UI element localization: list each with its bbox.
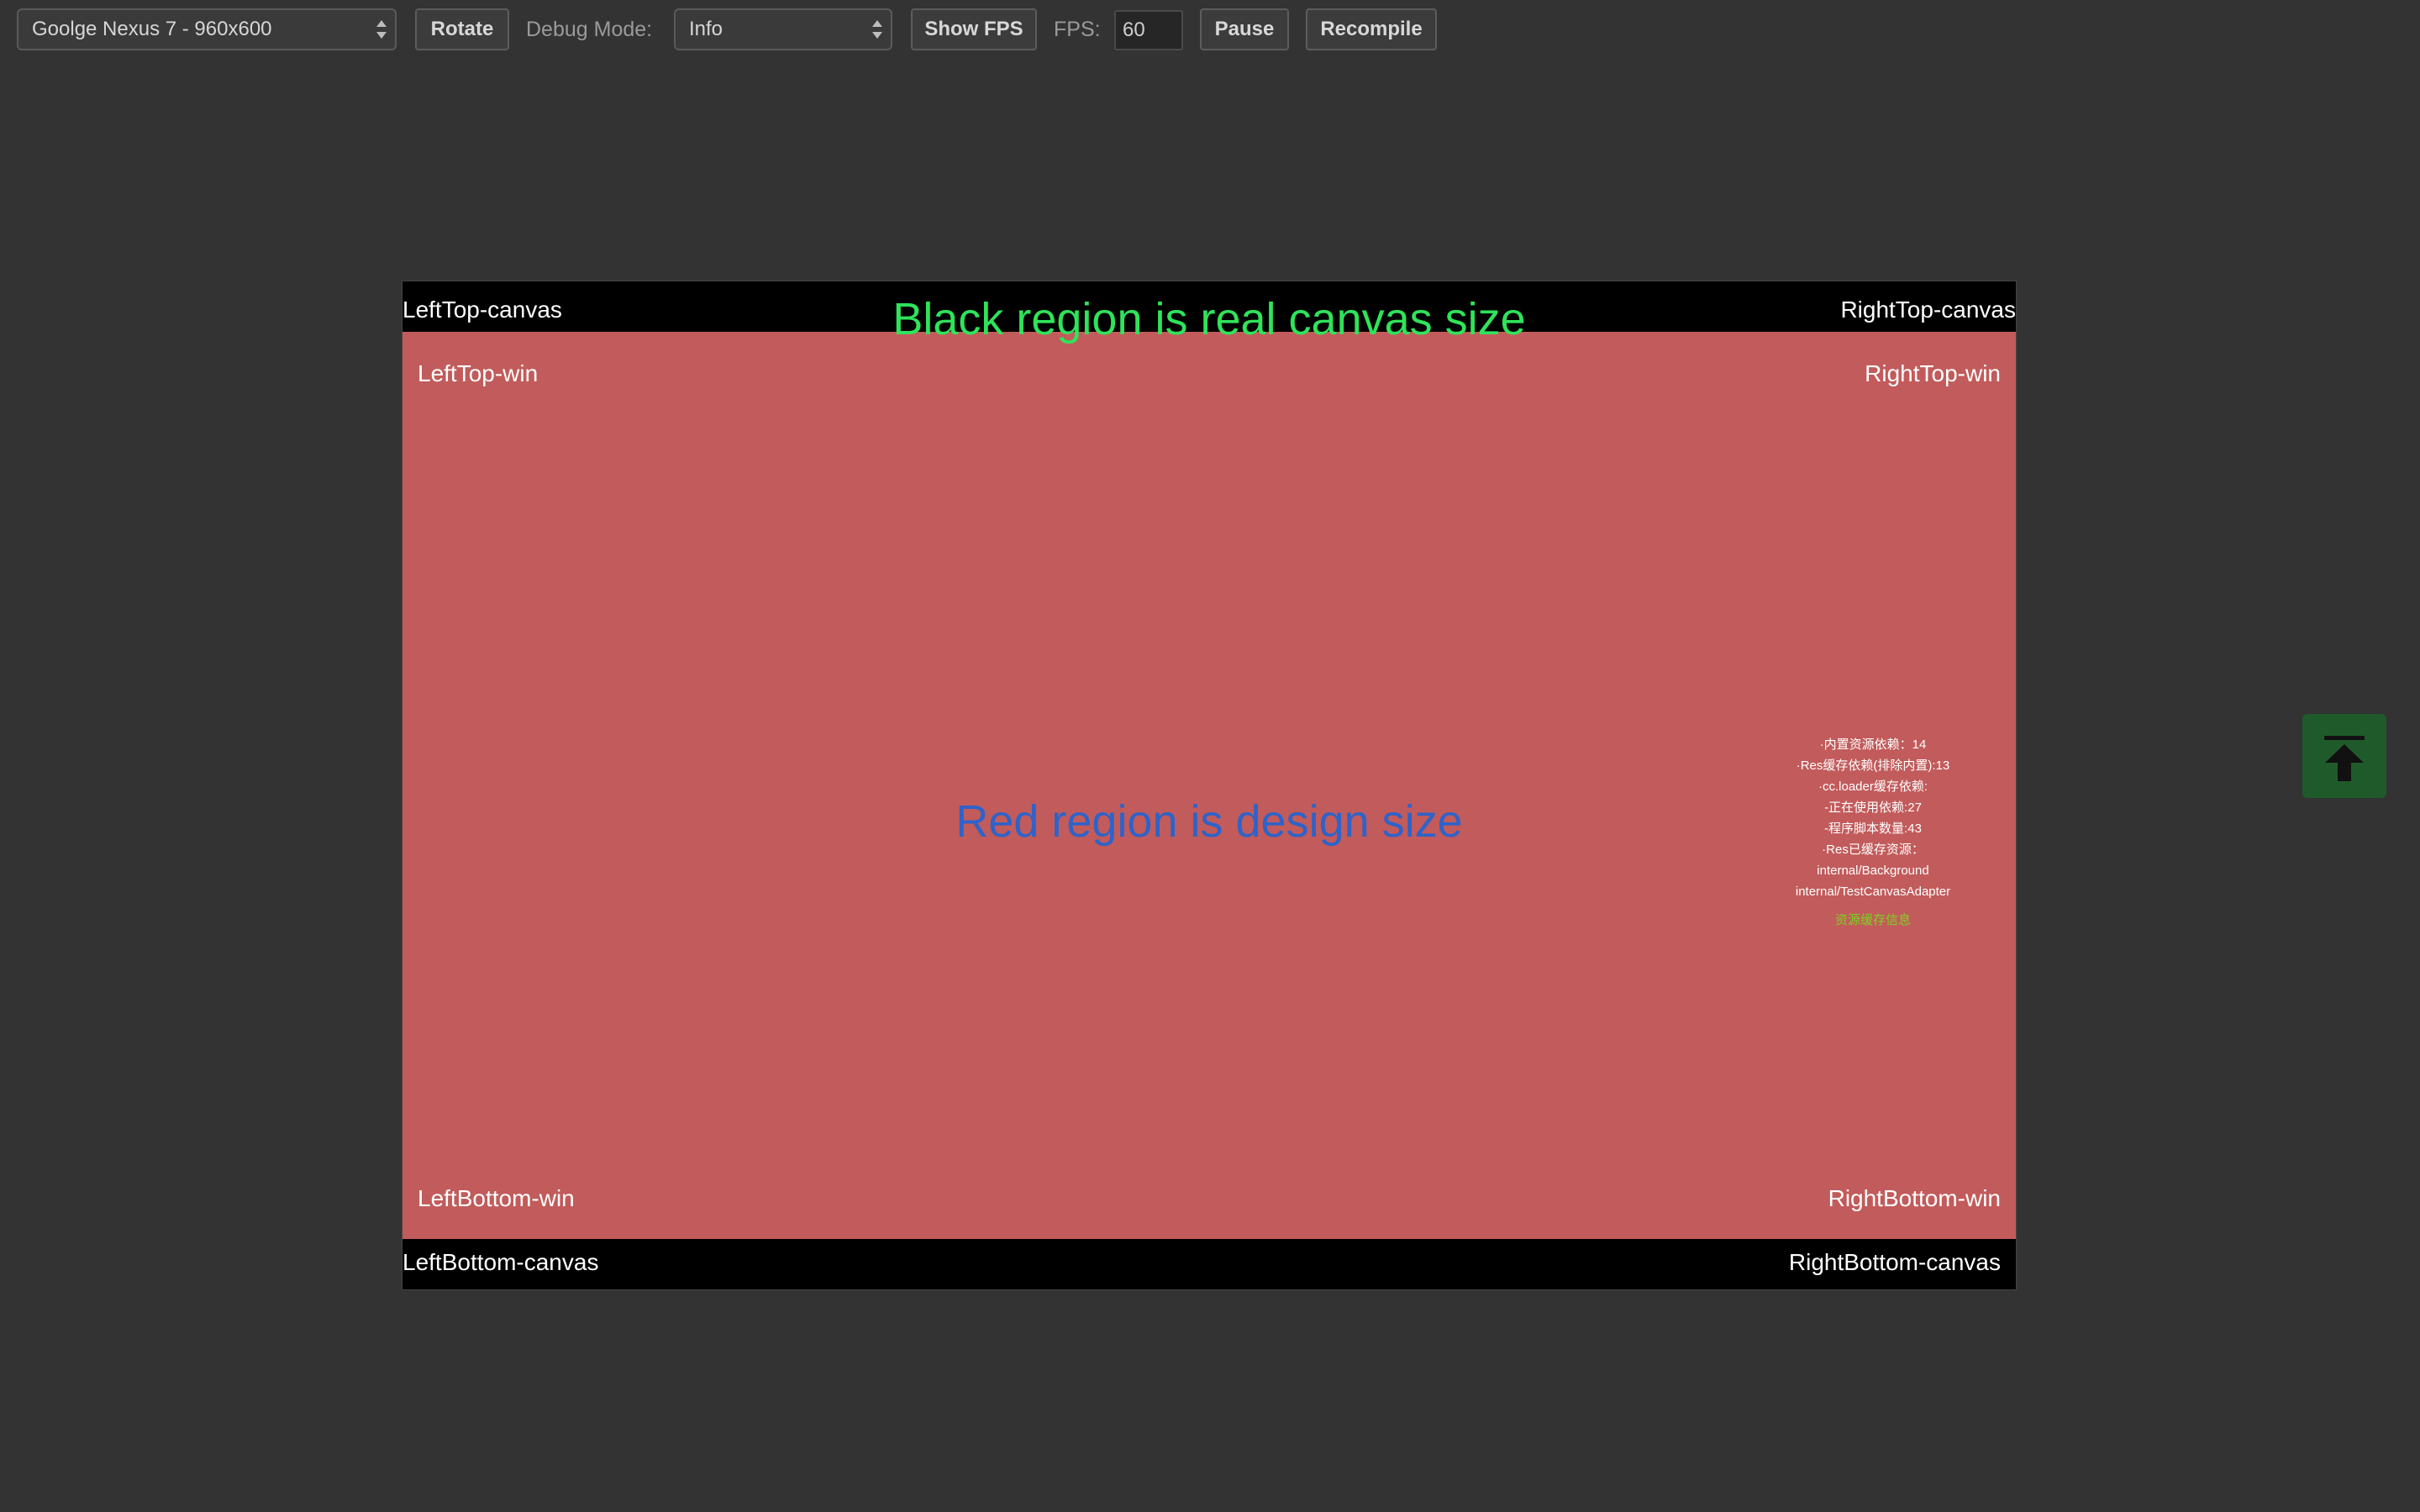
device-select-value: Goolge Nexus 7 - 960x600 bbox=[32, 18, 272, 40]
scroll-to-top-button[interactable] bbox=[2302, 714, 2386, 798]
show-fps-button[interactable]: Show FPS bbox=[911, 8, 1037, 50]
debug-mode-select-value: Info bbox=[689, 18, 723, 40]
toolbar: Goolge Nexus 7 - 960x600 Rotate Debug Mo… bbox=[0, 0, 2420, 60]
design-region: LeftTop-win RightTop-win Red region is d… bbox=[402, 332, 2016, 1239]
debug-info-line: internal/TestCanvasAdapter bbox=[1795, 885, 1951, 899]
debug-info-line: ·cc.loader缓存依赖: bbox=[1818, 780, 1928, 794]
design-label-top-left: LeftTop-win bbox=[418, 360, 539, 386]
debug-info-line: internal/Background bbox=[1817, 864, 1929, 878]
resource-debug-info: ·内置资源依赖：14 ·Res缓存依赖(排除内置):13 ·cc.loader缓… bbox=[1772, 734, 1974, 931]
fps-label: FPS: bbox=[1054, 18, 1101, 41]
canvas-label-bottom-right: RightBottom-canvas bbox=[1788, 1249, 2001, 1275]
debug-info-line: ·内置资源依赖：14 bbox=[1819, 738, 1927, 752]
game-canvas[interactable]: LeftTop-canvas RightTop-canvas LeftTop-w… bbox=[402, 281, 2017, 1290]
rotate-button[interactable]: Rotate bbox=[415, 8, 509, 50]
select-arrows-icon bbox=[376, 17, 387, 42]
design-label-bottom-right: RightBottom-win bbox=[1828, 1185, 2001, 1211]
debug-info-line: -程序脚本数量:43 bbox=[1824, 822, 1922, 836]
design-label-top-right: RightTop-win bbox=[1865, 360, 2001, 386]
device-select[interactable]: Goolge Nexus 7 - 960x600 bbox=[17, 8, 397, 50]
debug-mode-select[interactable]: Info bbox=[674, 8, 892, 50]
debug-mode-label: Debug Mode: bbox=[526, 18, 653, 41]
fps-input[interactable]: 60 bbox=[1114, 10, 1183, 50]
debug-info-line: ·Res已缓存资源： bbox=[1822, 843, 1924, 857]
pause-button[interactable]: Pause bbox=[1200, 8, 1289, 50]
canvas-size-headline: Black region is real canvas size bbox=[892, 294, 1526, 344]
select-arrows-icon bbox=[872, 17, 882, 42]
canvas-label-bottom-left: LeftBottom-canvas bbox=[402, 1249, 599, 1275]
debug-info-line: -正在使用依赖:27 bbox=[1824, 801, 1922, 815]
design-label-bottom-left: LeftBottom-win bbox=[418, 1185, 575, 1211]
debug-info-line: ·Res缓存依赖(排除内置):13 bbox=[1796, 759, 1950, 773]
resource-cache-info-link[interactable]: 资源缓存信息 bbox=[1772, 910, 1974, 931]
arrow-up-to-line-icon bbox=[2324, 736, 2365, 781]
recompile-button[interactable]: Recompile bbox=[1306, 8, 1437, 50]
